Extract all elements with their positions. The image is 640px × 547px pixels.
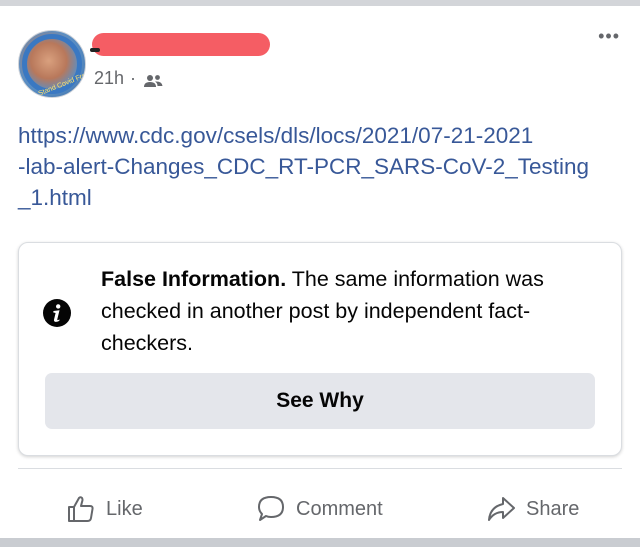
comment-button[interactable]: Comment [256, 486, 383, 532]
fact-check-card: False Information. The same information … [18, 242, 622, 456]
comment-bubble-icon [258, 496, 284, 521]
more-options-icon[interactable]: ••• [598, 26, 620, 47]
post-link-line-3: _1.html [18, 185, 92, 210]
fact-check-message: False Information. The same information … [101, 263, 601, 359]
meta-separator: · [130, 68, 137, 88]
author-avatar[interactable]: We Stand Covid Free [18, 30, 86, 98]
actions-divider [18, 468, 622, 469]
see-why-button[interactable]: See Why [45, 373, 595, 429]
post-card: We Stand Covid Free 21h · ••• https://ww… [0, 6, 640, 538]
feed-separator [0, 538, 640, 547]
like-button[interactable]: Like [66, 486, 143, 532]
post-link-line-1: https://www.cdc.gov/csels/dls/locs/2021/… [18, 123, 534, 148]
post-meta: 21h · [94, 68, 164, 89]
share-label: Share [526, 497, 580, 520]
post-actions-bar: Like Comment Share [0, 486, 640, 532]
fact-check-label: False Information. [101, 267, 287, 291]
post-timestamp[interactable]: 21h [94, 68, 124, 89]
author-name-redaction [92, 33, 270, 56]
share-button[interactable]: Share [486, 486, 579, 532]
redaction-edge-mark [90, 48, 100, 52]
like-label: Like [106, 497, 143, 520]
info-icon [43, 299, 71, 327]
share-arrow-icon [488, 497, 515, 521]
post-link-line-2: -lab-alert-Changes_CDC_RT-PCR_SARS-CoV-2… [18, 154, 590, 179]
post-link[interactable]: https://www.cdc.gov/csels/dls/locs/2021/… [18, 120, 622, 213]
comment-label: Comment [296, 497, 383, 520]
friends-icon[interactable] [142, 72, 164, 87]
thumbs-up-icon [68, 496, 94, 522]
